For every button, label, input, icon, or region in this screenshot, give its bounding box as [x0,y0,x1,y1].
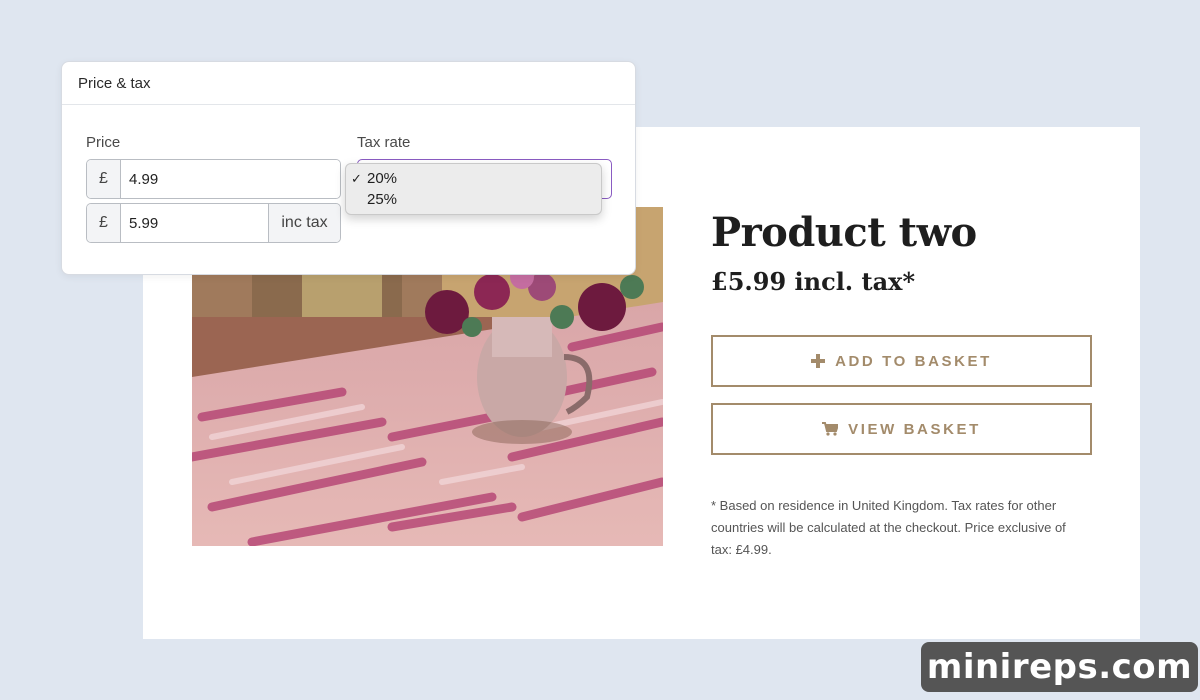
currency-prefix: £ [87,160,121,198]
tax-option[interactable]: 25% [346,189,601,210]
view-basket-button[interactable]: VIEW BASKET [711,403,1092,455]
tax-rate-label: Tax rate [357,134,411,151]
tax-option-selected[interactable]: ✓ 20% [346,168,601,189]
currency-prefix: £ [87,204,121,242]
view-basket-label: VIEW BASKET [848,420,981,438]
product-price: £5.99 incl. tax* [711,267,916,296]
tax-option-label: 20% [367,170,398,187]
add-to-basket-label: ADD TO BASKET [835,352,992,370]
price-ex-tax-group: £ [86,159,341,199]
tax-footnote: * Based on residence in United Kingdom. … [711,498,1066,557]
price-inc-tax-group: £ inc tax [86,203,341,243]
price-label: Price [86,134,121,151]
tax-option-label: 25% [367,191,398,208]
panel-title: Price & tax [62,62,635,105]
plus-icon [811,354,826,368]
price-inc-tax-input[interactable] [121,204,268,242]
product-title: Product two [711,209,977,256]
price-ex-tax-input[interactable] [121,160,340,198]
add-to-basket-button[interactable]: ADD TO BASKET [711,335,1092,387]
cart-icon [822,422,839,436]
watermark: minireps.com [921,642,1198,692]
check-icon: ✓ [351,170,362,186]
tax-rate-dropdown: ✓ 20% 25% [345,163,602,215]
inc-tax-suffix: inc tax [268,204,340,242]
price-tax-panel: Price & tax Price Tax rate £ £ inc tax ✓… [61,61,636,275]
